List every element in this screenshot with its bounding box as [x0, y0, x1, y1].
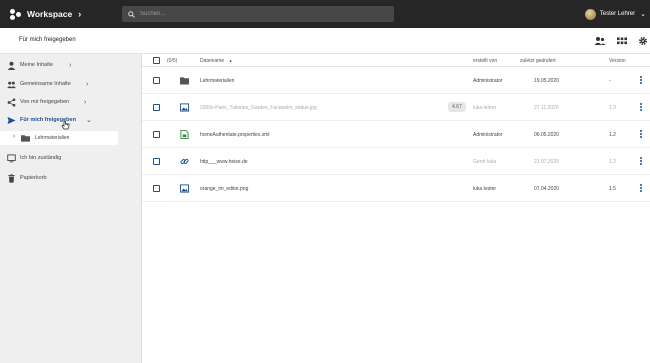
chevron-right-icon: ›	[86, 80, 89, 88]
screen-icon	[7, 153, 16, 162]
row-checkbox[interactable]	[153, 185, 160, 192]
more-options-icon[interactable]	[640, 130, 643, 139]
image-icon	[180, 184, 189, 193]
sidebar-item-responsible[interactable]: Ich bin zuständig	[0, 150, 142, 166]
column-header-name[interactable]: Dateiname ▲	[200, 58, 233, 64]
trash-icon	[8, 173, 15, 183]
modified-date: 27.11.2020	[534, 105, 559, 111]
sidebar: Meine Inhalte › Gemeinsame Inhalte › Von…	[0, 54, 142, 363]
chevron-down-icon: ⌄	[640, 11, 646, 18]
version: 1.2	[609, 132, 616, 138]
search-input[interactable]	[140, 11, 380, 17]
column-header-modified[interactable]: zuletzt geändert	[520, 58, 556, 64]
page-header: Für mich freigegeben	[0, 28, 650, 54]
sidebar-item-label: Ich bin zuständig	[20, 155, 62, 161]
file-name[interactable]: Lehrmaterialien	[200, 78, 234, 84]
row-checkbox[interactable]	[153, 158, 160, 165]
chevron-right-icon: ›	[78, 9, 82, 19]
version: -	[609, 78, 611, 84]
sidebar-item-label: Meine Inhalte	[20, 62, 54, 68]
created-by: luka lehrer	[473, 105, 497, 111]
search-icon	[128, 10, 135, 18]
workspace-switcher[interactable]: Workspace ›	[0, 0, 118, 28]
cursor-icon	[61, 120, 70, 130]
row-checkbox[interactable]	[153, 104, 160, 111]
group-share-icon[interactable]	[594, 36, 606, 46]
file-name[interactable]: 2300x-Paris_Tuileries_Garden_Facepalm_st…	[200, 105, 317, 111]
table-row[interactable]: Lehrmaterialien Administrator 19.05.2020…	[142, 67, 650, 94]
page-title: Für mich freigegeben	[19, 37, 76, 43]
top-bar: Workspace › Tester Lehrer ⌄	[0, 0, 650, 28]
sort-ascending-icon: ▲	[228, 58, 233, 63]
table-row[interactable]: orange_im_editor.png luka tester 07.04.2…	[142, 175, 650, 202]
sidebar-item-teaching-materials[interactable]: › Lehrmaterialien	[0, 131, 118, 145]
table-row[interactable]: http___www.heise.de Gerrit luka 21.07.20…	[142, 148, 650, 175]
sidebar-item-label: Papierkorb	[20, 175, 47, 181]
chevron-right-icon: ›	[69, 61, 72, 69]
version: 1.2	[609, 159, 616, 165]
version: 1.5	[609, 186, 616, 192]
created-by: Administrator	[473, 132, 503, 138]
selection-count: (0/5)	[167, 58, 178, 64]
file-name[interactable]: http___www.heise.de	[200, 159, 248, 165]
folder-icon	[180, 77, 189, 85]
user-menu[interactable]: Tester Lehrer ⌄	[584, 0, 646, 28]
modified-date: 06.05.2020	[534, 132, 560, 138]
modified-date: 21.07.2020	[534, 159, 560, 165]
chevron-right-icon: ›	[84, 98, 87, 106]
sidebar-item-label: Gemeinsame Inhalte	[20, 81, 71, 87]
image-icon	[180, 103, 189, 112]
table-row[interactable]: 2300x-Paris_Tuileries_Garden_Facepalm_st…	[142, 94, 650, 121]
search-box[interactable]	[122, 6, 394, 22]
file-name[interactable]: homeAuthentate.properties.xml	[200, 132, 269, 138]
sidebar-item-shared-with-me[interactable]: Für mich freigegeben ⌄	[0, 112, 142, 130]
created-by: Administrator	[473, 78, 503, 84]
created-by: luka tester	[473, 186, 497, 192]
folder-icon	[21, 135, 30, 142]
spreadsheet-icon	[180, 130, 189, 139]
file-size-badge: 4.67	[448, 102, 466, 112]
share-icon	[7, 97, 16, 107]
select-all-checkbox[interactable]	[153, 57, 160, 64]
column-header-version[interactable]: Version	[609, 58, 626, 64]
app-title: Workspace	[27, 9, 73, 19]
link-icon	[180, 158, 189, 165]
more-options-icon[interactable]	[640, 184, 643, 193]
send-icon	[7, 116, 16, 124]
chevron-right-icon: ›	[13, 133, 16, 140]
table-row[interactable]: homeAuthentate.properties.xml Administra…	[142, 121, 650, 148]
table-header: (0/5) Dateiname ▲ erstellt von zuletzt g…	[142, 54, 650, 67]
row-checkbox[interactable]	[153, 77, 160, 84]
sidebar-item-label: Von mir freigegeben	[20, 99, 70, 105]
user-name: Tester Lehrer	[599, 11, 636, 17]
row-checkbox[interactable]	[153, 131, 160, 138]
person-icon	[7, 61, 16, 70]
more-options-icon[interactable]	[640, 103, 643, 112]
version: 1.3	[609, 105, 616, 111]
more-options-icon[interactable]	[640, 157, 643, 166]
sidebar-item-label: Lehrmaterialien	[35, 135, 70, 141]
workspace-logo-icon	[10, 8, 21, 20]
sidebar-item-shared-by-me[interactable]: Von mir freigegeben ›	[0, 94, 142, 110]
sidebar-item-shared-content[interactable]: Gemeinsame Inhalte ›	[0, 76, 142, 92]
avatar	[584, 8, 596, 20]
column-header-created-by[interactable]: erstellt von	[473, 58, 497, 64]
file-name[interactable]: orange_im_editor.png	[200, 186, 248, 192]
more-options-icon[interactable]	[640, 76, 643, 85]
chevron-down-icon: ⌄	[86, 117, 92, 124]
modified-date: 07.04.2020	[534, 186, 560, 192]
sidebar-item-trash[interactable]: Papierkorb	[0, 170, 142, 186]
created-by: Gerrit luka	[473, 159, 497, 165]
modified-date: 19.05.2020	[534, 78, 560, 84]
file-list: (0/5) Dateiname ▲ erstellt von zuletzt g…	[142, 54, 650, 363]
gear-icon[interactable]	[637, 36, 649, 46]
group-icon	[7, 81, 16, 88]
grid-view-icon[interactable]	[616, 36, 628, 46]
column-header-name-label: Dateiname	[200, 58, 225, 64]
sidebar-item-my-content[interactable]: Meine Inhalte ›	[0, 57, 142, 73]
